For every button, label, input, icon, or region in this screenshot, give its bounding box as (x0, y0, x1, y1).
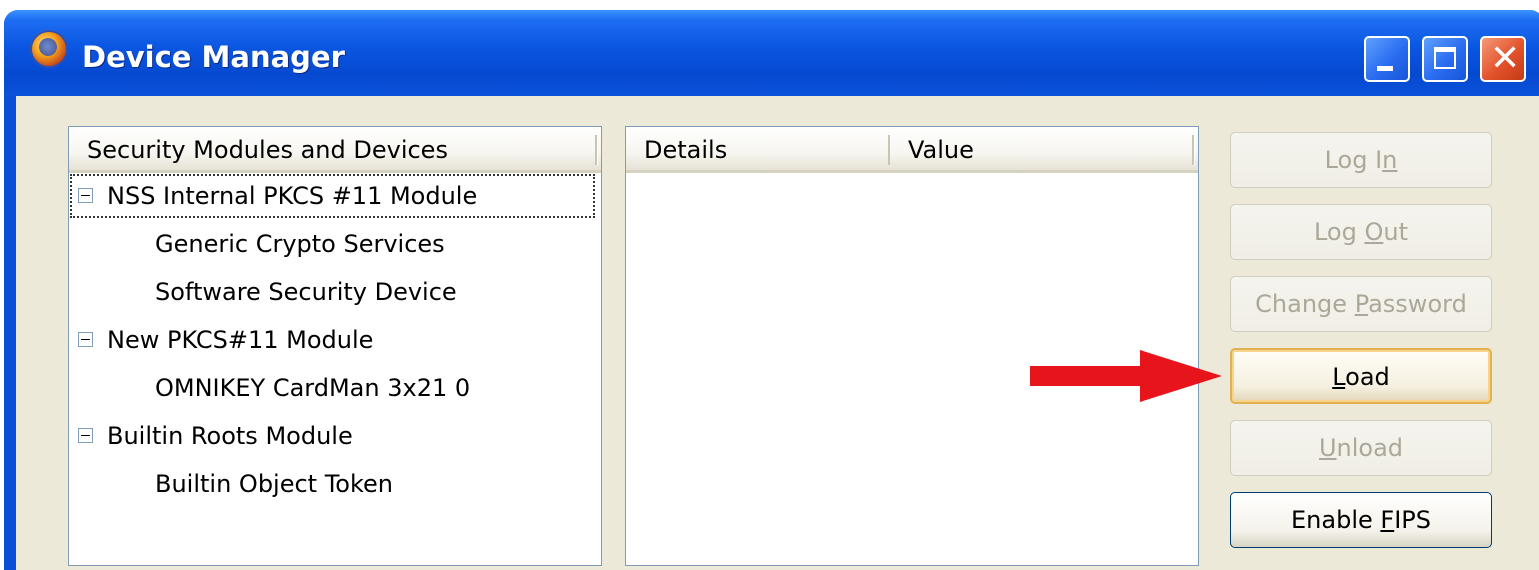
button-label: Log I (1324, 146, 1383, 174)
tree-item-label: New PKCS#11 Module (107, 326, 374, 354)
device-manager-window: Device Manager ✕ Security Modules and De… (4, 10, 1539, 570)
tree-item-label: Builtin Roots Module (107, 422, 353, 450)
button-label: ut (1383, 218, 1408, 246)
minimize-button[interactable] (1364, 36, 1410, 82)
header-separator (595, 135, 598, 165)
button-label: assword (1368, 290, 1467, 318)
tree-item-label: Software Security Device (155, 278, 457, 306)
window-title: Device Manager (82, 40, 345, 74)
tree-item-generic-crypto-services[interactable]: Generic Crypto Services (69, 221, 445, 267)
button-label: oad (1345, 363, 1390, 391)
accelerator-key: O (1364, 218, 1384, 246)
collapse-icon[interactable] (78, 428, 93, 443)
log-in-button[interactable]: Log In (1230, 132, 1492, 188)
header-separator (1192, 135, 1195, 165)
button-label: Enable (1291, 506, 1381, 534)
tree-item-label: NSS Internal PKCS #11 Module (107, 182, 478, 210)
red-arrow-annotation (1030, 350, 1222, 402)
button-label: Change (1255, 290, 1355, 318)
enable-fips-button[interactable]: Enable FIPS (1230, 492, 1492, 548)
accelerator-key: P (1354, 290, 1369, 318)
accelerator-key: U (1318, 434, 1337, 462)
button-label: nload (1336, 434, 1404, 462)
tree-item-omnikey-cardman[interactable]: OMNIKEY CardMan 3x21 0 (69, 365, 470, 411)
arrow-shape (1030, 350, 1222, 402)
log-out-button[interactable]: Log Out (1230, 204, 1492, 260)
tree-column-header[interactable]: Security Modules and Devices (69, 127, 601, 173)
tree-item-label: OMNIKEY CardMan 3x21 0 (155, 374, 471, 402)
tree-item-nss-internal-module[interactable]: NSS Internal PKCS #11 Module (69, 173, 596, 219)
close-icon: ✕ (1490, 38, 1521, 79)
dialog-body: Security Modules and Devices NSS Interna… (16, 96, 1539, 570)
accelerator-key: n (1382, 146, 1398, 174)
accelerator-key: L (1332, 363, 1346, 391)
title-bar[interactable]: Device Manager ✕ (4, 10, 1539, 96)
tree-item-builtin-roots-module[interactable]: Builtin Roots Module (69, 413, 353, 459)
details-column-header[interactable]: Details (626, 127, 890, 173)
close-button[interactable]: ✕ (1480, 36, 1526, 82)
maximize-button[interactable] (1422, 36, 1468, 82)
load-button[interactable]: Load (1230, 348, 1492, 404)
button-label: Log (1313, 218, 1365, 246)
tree-item-label: Generic Crypto Services (155, 230, 445, 258)
button-label: IPS (1394, 506, 1431, 534)
firefox-icon (30, 30, 68, 68)
value-column-header[interactable]: Value (890, 127, 1198, 173)
change-password-button[interactable]: Change Password (1230, 276, 1492, 332)
unload-button[interactable]: Unload (1230, 420, 1492, 476)
tree-item-label: Builtin Object Token (155, 470, 394, 498)
tree-item-builtin-object-token[interactable]: Builtin Object Token (69, 461, 393, 507)
accelerator-key: F (1380, 506, 1395, 534)
tree-item-new-pkcs11-module[interactable]: New PKCS#11 Module (69, 317, 373, 363)
security-modules-tree[interactable]: Security Modules and Devices NSS Interna… (68, 126, 602, 566)
collapse-icon[interactable] (78, 188, 93, 203)
tree-item-software-security-device[interactable]: Software Security Device (69, 269, 457, 315)
collapse-icon[interactable] (78, 332, 93, 347)
